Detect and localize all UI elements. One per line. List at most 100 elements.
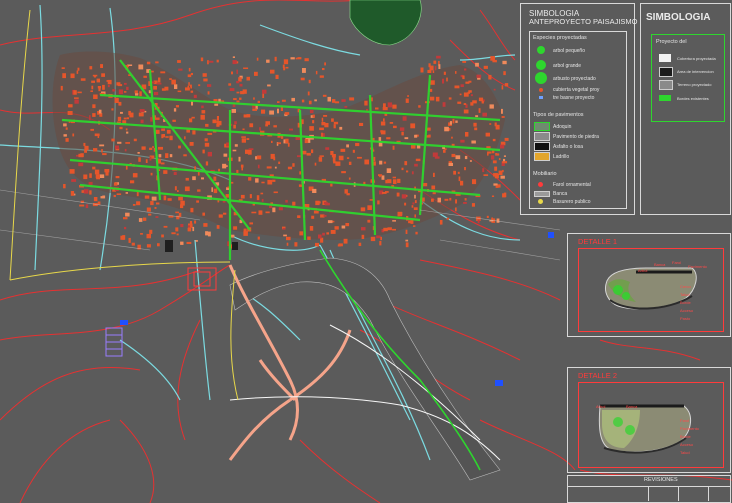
- building-footprint: [349, 97, 355, 101]
- building-footprint: [89, 190, 92, 195]
- building-footprint: [187, 74, 192, 78]
- building-footprint: [265, 124, 268, 127]
- building-footprint: [183, 154, 187, 157]
- building-footprint: [352, 149, 355, 153]
- building-footprint: [299, 171, 301, 175]
- building-footprint: [171, 232, 176, 235]
- building-footprint: [405, 242, 409, 248]
- building-footprint: [451, 136, 453, 139]
- building-footprint: [458, 176, 461, 182]
- building-footprint: [287, 166, 293, 170]
- building-footprint: [272, 207, 276, 213]
- pavement-label-4: Ladrillo: [553, 154, 570, 160]
- building-footprint: [334, 226, 339, 230]
- building-footprint: [256, 195, 260, 201]
- detail-2-note-7: Talud: [680, 450, 690, 455]
- building-footprint: [267, 179, 273, 185]
- lamp-icon: [538, 182, 543, 187]
- building-footprint: [495, 153, 498, 156]
- building-footprint: [128, 237, 131, 243]
- building-footprint: [311, 215, 315, 219]
- building-footprint: [341, 99, 346, 102]
- building-footprint: [126, 131, 129, 134]
- building-footprint: [383, 227, 388, 232]
- building-footprint: [286, 236, 291, 241]
- building-footprint: [344, 105, 348, 108]
- building-footprint: [392, 220, 396, 222]
- building-footprint: [198, 84, 201, 87]
- building-footprint: [180, 241, 184, 245]
- building-footprint: [90, 90, 93, 92]
- building-footprint: [311, 149, 314, 154]
- proj-label-1: Cobertura proyectada: [677, 56, 716, 61]
- legend-left-panel: SIMBOLOGIA ANTEPROYECTO PAISAJISMO Espec…: [520, 3, 638, 215]
- building-footprint: [415, 158, 421, 162]
- building-footprint: [118, 89, 124, 95]
- building-footprint: [174, 84, 178, 89]
- building-footprint: [203, 223, 208, 227]
- building-footprint: [476, 74, 482, 78]
- building-footprint: [223, 153, 228, 157]
- building-footprint: [96, 176, 100, 180]
- building-footprint: [281, 99, 286, 102]
- building-footprint: [89, 66, 93, 70]
- building-footprint: [226, 165, 228, 167]
- building-footprint: [161, 134, 164, 139]
- building-footprint: [446, 77, 448, 82]
- building-footprint: [175, 211, 179, 214]
- building-footprint: [163, 170, 168, 174]
- species-groundcover-icon: [539, 88, 543, 92]
- building-footprint: [333, 124, 336, 129]
- building-footprint: [74, 97, 79, 99]
- building-footprint: [132, 204, 136, 206]
- building-footprint: [248, 177, 252, 181]
- species-heading: Especies proyectadas: [533, 35, 587, 41]
- building-footprint: [63, 184, 66, 189]
- detail-2-frame[interactable]: DETALLE 2 Arbol Banca Farol Pavimento Bo…: [567, 367, 731, 473]
- building-footprint: [203, 78, 208, 82]
- building-footprint: [163, 225, 168, 228]
- building-footprint: [125, 128, 128, 131]
- detail-2-note-2: Banca: [626, 404, 638, 409]
- building-footprint: [69, 169, 75, 174]
- building-footprint: [436, 55, 441, 59]
- legend-right-title: SIMBOLOGIA: [646, 12, 711, 23]
- building-footprint: [380, 236, 382, 241]
- building-footprint: [98, 86, 101, 92]
- building-footprint: [218, 168, 220, 172]
- building-footprint: [399, 127, 405, 131]
- building-footprint: [139, 109, 145, 113]
- building-footprint: [67, 111, 73, 115]
- building-footprint: [93, 197, 98, 202]
- building-footprint: [327, 220, 333, 224]
- building-footprint: [337, 244, 341, 247]
- building-footprint: [277, 101, 280, 103]
- proj-area-swatch: [659, 67, 673, 77]
- cad-drawing-canvas[interactable]: SIMBOLOGIA ANTEPROYECTO PAISAJISMO Espec…: [0, 0, 732, 503]
- building-footprint: [254, 71, 258, 76]
- building-footprint: [257, 100, 260, 103]
- building-footprint: [433, 172, 435, 177]
- building-footprint: [358, 242, 362, 246]
- building-footprint: [166, 129, 171, 134]
- building-footprint: [464, 167, 466, 171]
- building-footprint: [295, 57, 298, 60]
- building-footprint: [253, 97, 255, 100]
- building-footprint: [261, 198, 264, 202]
- proj-label-2: Area de intervencion: [677, 69, 714, 74]
- species-label-3: arbusto proyectado: [553, 76, 596, 82]
- building-footprint: [251, 211, 257, 214]
- building-footprint: [202, 73, 207, 77]
- building-footprint: [149, 147, 153, 150]
- building-footprint: [149, 156, 152, 161]
- building-footprint: [177, 90, 182, 93]
- building-footprint: [124, 148, 127, 152]
- building-footprint: [177, 60, 181, 63]
- building-footprint: [125, 212, 130, 217]
- detail-1-note-1: Arbol: [638, 268, 648, 273]
- detail-1-frame[interactable]: DETALLE 1 Arbol Banca Farol Pavimento Ce…: [567, 233, 731, 337]
- building-footprint: [385, 179, 388, 184]
- building-footprint: [125, 192, 128, 194]
- detail-1-note-3: Farol: [672, 260, 682, 265]
- building-footprint: [123, 217, 128, 220]
